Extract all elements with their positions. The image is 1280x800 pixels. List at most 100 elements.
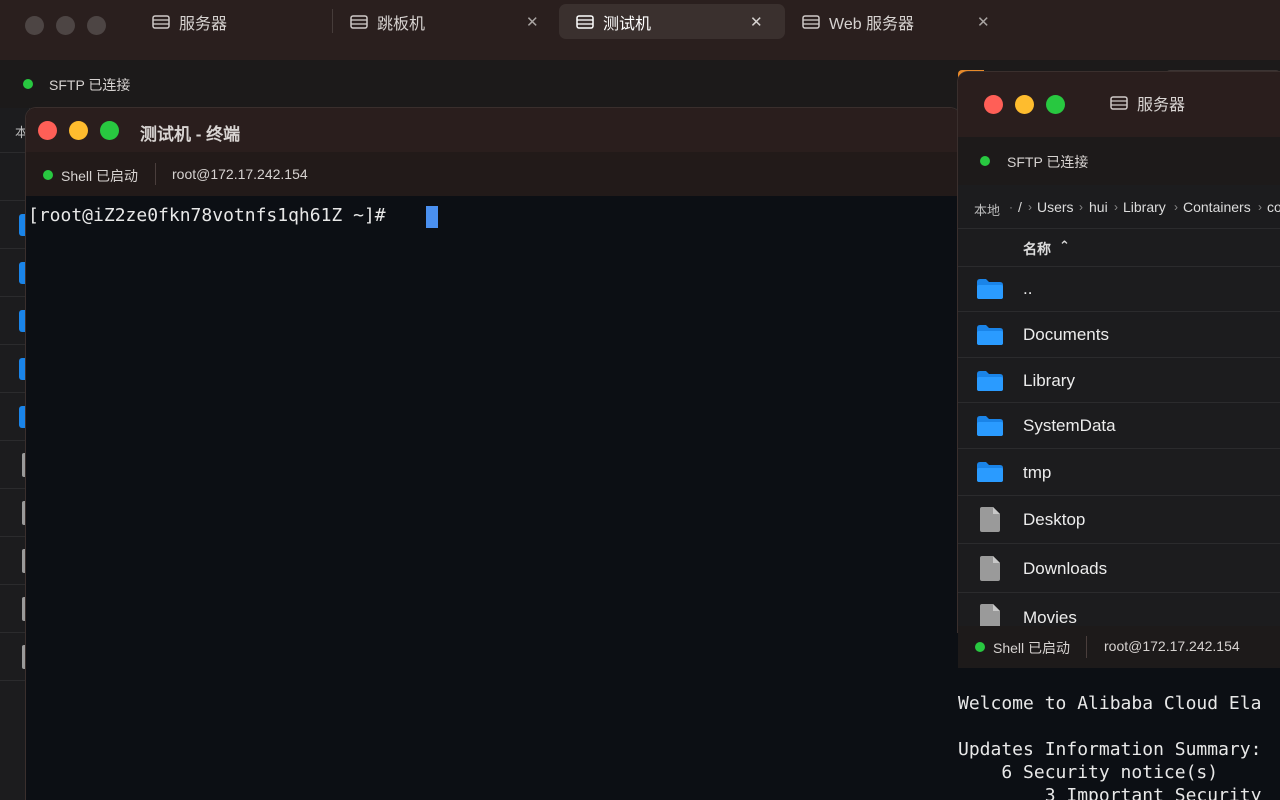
tab-test-machine[interactable]: 测试机 ✕	[559, 4, 785, 39]
close-icon[interactable]: ✕	[526, 13, 539, 31]
breadcrumb-item-truncated[interactable]: co	[1267, 199, 1280, 215]
breadcrumb-item-containers[interactable]: Containers	[1183, 199, 1251, 215]
tab-label: 跳板机	[377, 15, 426, 33]
terminal-line: Welcome to Alibaba Cloud Ela	[958, 693, 1262, 714]
file-manager-status-bar: SFTP 已连接	[958, 137, 1280, 185]
desktop: 服务器 跳板机 ✕ 测试机 ✕ Web 服务器 ✕ SFTP 已连接 本 测试机…	[0, 0, 1280, 800]
server-icon	[1110, 96, 1128, 110]
shell-running-indicator	[975, 642, 985, 652]
server-icon	[350, 14, 368, 29]
chevron-right-icon: ›	[1028, 200, 1032, 214]
folder-icon	[977, 371, 1003, 391]
minimize-window-button[interactable]	[1015, 95, 1034, 114]
terminal-line: 6 Security notice(s)	[958, 762, 1219, 783]
shell-prompt: [root@iZ2ze0fkn78votnfs1qh61Z ~]#	[28, 205, 397, 226]
server-icon	[802, 14, 820, 29]
close-window-button[interactable]	[984, 95, 1003, 114]
close-icon[interactable]: ✕	[750, 13, 763, 31]
close-icon[interactable]: ✕	[977, 13, 990, 31]
terminal-line: 3 Important Security	[958, 785, 1262, 800]
window-controls	[38, 121, 119, 140]
list-item[interactable]: tmp	[958, 449, 1280, 496]
terminal-output[interactable]: [root@iZ2ze0fkn78votnfs1qh61Z ~]#	[26, 196, 960, 800]
text-cursor	[426, 206, 438, 228]
main-tab-bar: 服务器 跳板机 ✕ 测试机 ✕ Web 服务器 ✕	[0, 0, 1280, 60]
list-item[interactable]: Desktop	[958, 496, 1280, 544]
sftp-status: SFTP 已连接	[49, 77, 131, 93]
file-name: Desktop	[1023, 510, 1086, 529]
connected-indicator	[23, 79, 33, 89]
window-controls	[984, 95, 1065, 114]
connected-indicator	[980, 156, 990, 166]
chevron-right-icon: ›	[1174, 200, 1178, 214]
zoom-window-button[interactable]	[100, 121, 119, 140]
file-name: SystemData	[1023, 416, 1116, 435]
breadcrumb: 本地 · / › Users › hui › Library › Contain…	[958, 185, 1280, 229]
terminal-window: 测试机 - 终端 Shell 已启动 root@172.17.242.154 […	[26, 108, 960, 800]
folder-icon	[977, 325, 1003, 345]
window-controls-inactive	[25, 16, 106, 35]
window-title: 服务器	[1110, 91, 1185, 115]
list-item[interactable]: ..	[958, 267, 1280, 312]
secondary-terminal-window: Shell 已启动 root@172.17.242.154 Welcome to…	[958, 626, 1280, 800]
tab-server[interactable]: 服务器	[152, 4, 322, 39]
status-divider	[155, 163, 156, 185]
folder-icon	[977, 279, 1003, 299]
close-window-button[interactable]	[25, 16, 44, 35]
window-title: 测试机 - 终端	[140, 125, 241, 144]
chevron-right-icon: ›	[1258, 200, 1262, 214]
terminal-line: Updates Information Summary:	[958, 739, 1262, 760]
host-address: root@172.17.242.154	[1104, 638, 1240, 654]
breadcrumb-item-root[interactable]: /	[1018, 199, 1022, 215]
tab-divider	[332, 9, 333, 33]
file-name: ..	[1023, 279, 1033, 298]
file-name: Documents	[1023, 325, 1109, 344]
server-icon	[576, 14, 594, 29]
file-name: tmp	[1023, 463, 1052, 482]
chevron-right-icon: ›	[1114, 200, 1118, 214]
tab-label: Web 服务器	[829, 15, 915, 33]
window-title-label: 服务器	[1137, 97, 1186, 114]
file-name: Movies	[1023, 608, 1077, 627]
terminal-status-bar: Shell 已启动 root@172.17.242.154	[26, 152, 960, 196]
shell-status: Shell 已启动	[993, 640, 1071, 656]
folder-icon	[977, 462, 1003, 482]
tab-jump-host[interactable]: 跳板机 ✕	[350, 4, 550, 39]
file-name: Library	[1023, 371, 1075, 390]
folder-icon	[977, 416, 1003, 436]
file-icon	[980, 507, 1000, 532]
breadcrumb-item-local[interactable]: 本地	[974, 200, 1000, 219]
shell-running-indicator	[43, 170, 53, 180]
zoom-window-button[interactable]	[87, 16, 106, 35]
minimize-window-button[interactable]	[69, 121, 88, 140]
sftp-status: SFTP 已连接	[1007, 154, 1089, 170]
file-icon	[980, 556, 1000, 581]
tab-label: 服务器	[179, 15, 228, 33]
host-address: root@172.17.242.154	[172, 166, 308, 182]
status-divider	[1086, 636, 1087, 658]
file-manager-title-bar[interactable]: 服务器	[958, 72, 1280, 137]
chevron-right-icon: ›	[1079, 200, 1083, 214]
tab-label: 测试机	[603, 15, 652, 33]
breadcrumb-item-library[interactable]: Library	[1123, 199, 1166, 215]
file-name: Downloads	[1023, 559, 1108, 578]
close-window-button[interactable]	[38, 121, 57, 140]
file-manager-window: 服务器 SFTP 已连接 本地 · / › Users › hui › Libr…	[958, 72, 1280, 632]
terminal-status-bar: Shell 已启动 root@172.17.242.154	[958, 626, 1280, 668]
shell-status: Shell 已启动	[61, 168, 139, 184]
list-item[interactable]: Library	[958, 358, 1280, 403]
breadcrumb-item-users[interactable]: Users	[1037, 199, 1074, 215]
list-item[interactable]: Documents	[958, 312, 1280, 358]
zoom-window-button[interactable]	[1046, 95, 1065, 114]
tab-web-server[interactable]: Web 服务器 ✕	[802, 4, 1002, 39]
list-item[interactable]: SystemData	[958, 403, 1280, 449]
chevron-right-icon: ·	[1009, 200, 1013, 214]
breadcrumb-item-hui[interactable]: hui	[1089, 199, 1108, 215]
server-icon	[152, 14, 170, 29]
list-item[interactable]: Downloads	[958, 544, 1280, 593]
minimize-window-button[interactable]	[56, 16, 75, 35]
terminal-title-bar[interactable]: 测试机 - 终端	[26, 108, 960, 152]
name-column-header[interactable]: 名称 ⌃	[958, 229, 1280, 267]
column-header-label: 名称	[1023, 241, 1051, 257]
sort-ascending-icon: ⌃	[1059, 238, 1070, 253]
